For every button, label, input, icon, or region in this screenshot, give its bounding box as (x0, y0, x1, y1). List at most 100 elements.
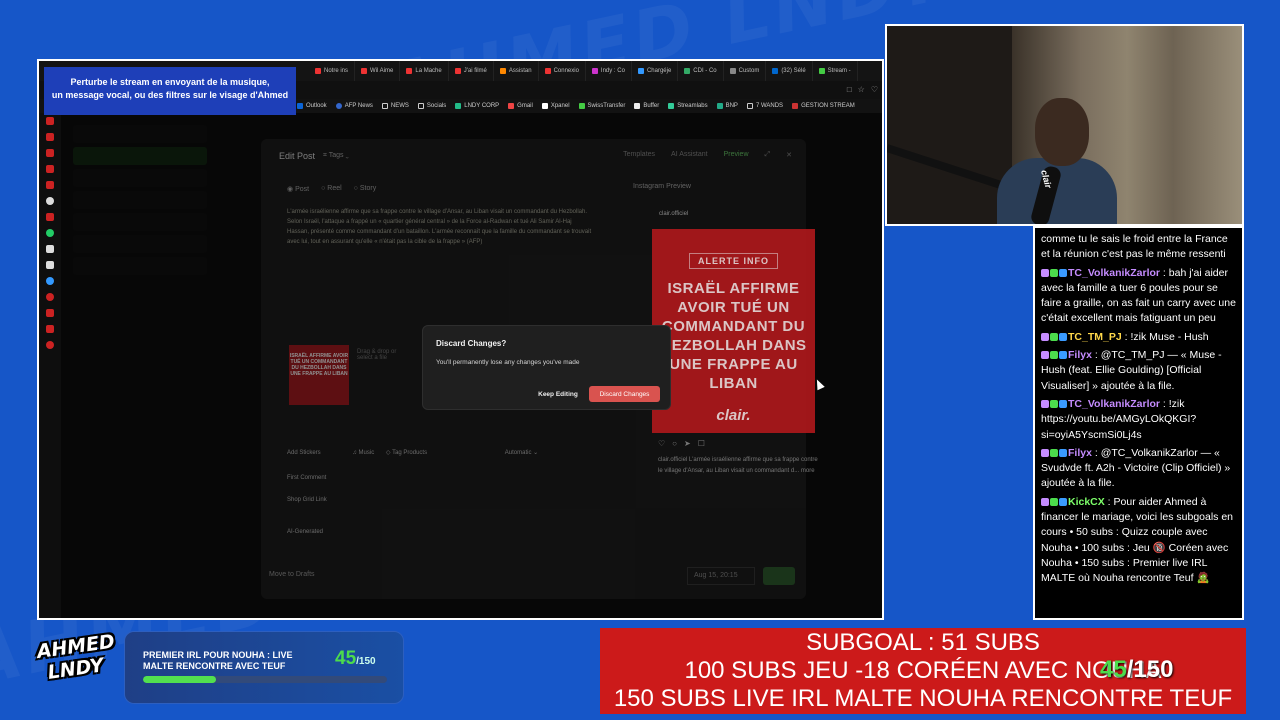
sidebar-app-icon[interactable] (46, 165, 54, 173)
save-post-button[interactable] (763, 567, 795, 585)
sidebar-app-icon[interactable] (46, 181, 54, 189)
sidebar-app-icon[interactable] (46, 133, 54, 141)
brand-logo: clair. (716, 407, 751, 424)
tag-products-button[interactable]: ◇ Tag Products (386, 450, 427, 456)
browser-tab[interactable]: Connexio (539, 61, 586, 81)
bookmark-item[interactable]: Socials (417, 103, 446, 109)
settings-icon[interactable] (46, 341, 54, 349)
bookmark-item[interactable]: Gmail (508, 103, 533, 109)
post-type-post[interactable]: ◉ Post (287, 185, 309, 193)
youtube-icon (406, 68, 413, 74)
add-stickers-row: Add Stickers ♫ Music ◇ Tag Products Auto… (287, 450, 539, 456)
bookmark-item[interactable]: LNDY CORP (455, 103, 499, 109)
automatic-dropdown[interactable]: Automatic ⌄ (505, 450, 538, 456)
openai-icon[interactable] (46, 197, 54, 205)
browser-tab[interactable]: La Mache (400, 61, 449, 81)
expand-icon[interactable]: ⤢ (765, 151, 771, 159)
instagram-preview-image: ALERTE INFO ISRAËL AFFIRME AVOIR TUÉ UN … (652, 229, 815, 433)
ai-assistant-button[interactable]: AI Assistant (671, 151, 708, 159)
swisstransfer-icon (578, 103, 585, 109)
history-icon[interactable] (46, 293, 54, 301)
bookmark-item[interactable]: 7 WANDS (746, 103, 783, 109)
media-drop-zone[interactable]: Drag & drop or select a file (357, 349, 397, 361)
first-comment-label: First Comment (287, 475, 327, 481)
bookmark-item[interactable]: Streamlabs (668, 103, 708, 109)
media-thumbnail[interactable]: ISRAËL AFFIRME AVOIR TUÉ UN COMMANDANT D… (289, 345, 349, 405)
chat-username[interactable]: TC_VolkanikZarlor (1068, 398, 1160, 410)
bookmark-item[interactable]: Xpanel (541, 103, 570, 109)
bookmark-item[interactable]: Buffer (634, 103, 659, 109)
globe-icon (335, 103, 342, 109)
instagram-action-icons: ♡○➤☐ (658, 439, 712, 448)
bookmark-item[interactable]: AFP News (335, 103, 373, 109)
discard-changes-button[interactable]: Discard Changes (589, 386, 660, 402)
music-button[interactable]: ♫ Music (352, 450, 374, 456)
chat-badge-icon (1041, 399, 1049, 408)
browser-tab[interactable]: (32) Sélé (766, 61, 813, 81)
bookmark-item[interactable]: SwissTransfer (578, 103, 625, 109)
browser-tab[interactable]: CDI - Co (678, 61, 724, 81)
discord-icon[interactable] (46, 245, 54, 253)
subgoal-line: 150 SUBS LIVE IRL MALTE NOUHA RENCONTRE … (613, 685, 1233, 712)
whatsapp-icon[interactable] (46, 229, 54, 237)
chat-badge-icon (1059, 351, 1067, 360)
folder-icon (746, 103, 753, 109)
chat-badge-icon (1050, 497, 1058, 506)
post-text-editor[interactable]: L'armée israélienne affirme que sa frapp… (287, 207, 592, 247)
folder-icon (381, 103, 388, 109)
bookmark-icon[interactable]: ☆ (858, 85, 865, 94)
chat-badge-icon (1050, 332, 1058, 341)
bnp-icon (716, 103, 723, 109)
linkedin-icon (772, 68, 779, 74)
sidebar-app-icon[interactable] (46, 213, 54, 221)
x-icon[interactable] (46, 261, 54, 269)
post-type-story[interactable]: ○ Story (354, 185, 377, 193)
chat-text: comme tu le sais le froid entre la Franc… (1041, 233, 1228, 261)
instagram-account-name: clair.officiel (659, 211, 689, 217)
folder-icon (417, 103, 424, 109)
chat-badge-icon (1041, 268, 1049, 277)
app-icon (792, 103, 799, 109)
keep-editing-button[interactable]: Keep Editing (527, 386, 589, 402)
chat-username[interactable]: Filyx (1068, 447, 1092, 459)
drive-icon (455, 103, 462, 109)
move-to-drafts-button[interactable]: Move to Drafts (269, 571, 315, 578)
browser-tab[interactable]: Chargéje (632, 61, 679, 81)
bookmark-item[interactable]: Outlook (297, 103, 327, 109)
browser-tab[interactable]: Stream - (813, 61, 858, 81)
browser-tab[interactable]: Notre ins (309, 61, 356, 81)
streamlabs-icon (668, 103, 675, 109)
app-icon (637, 68, 644, 74)
post-type-reel[interactable]: ○ Reel (321, 185, 342, 193)
heart-icon[interactable]: ♡ (871, 85, 878, 94)
chat-message: comme tu le sais le froid entre la Franc… (1041, 232, 1236, 263)
browser-tab[interactable]: Indy : Co (586, 61, 632, 81)
download-icon[interactable] (46, 309, 54, 317)
preview-button[interactable]: Preview (724, 151, 749, 159)
browser-tab[interactable]: J'ai filmé (449, 61, 494, 81)
chat-username[interactable]: TC_VolkanikZarlor (1068, 267, 1160, 279)
bookmark-item[interactable]: GESTION STREAM (792, 103, 855, 109)
bookmark-item[interactable]: BNP (716, 103, 738, 109)
tags-dropdown[interactable]: ⌗ Tags ⌄ (323, 152, 349, 160)
webcam-feed: clair (885, 24, 1244, 226)
notes-icon[interactable] (46, 325, 54, 333)
browser-tab[interactable]: Custom (724, 61, 767, 81)
chevron-down-icon: ⌄ (345, 152, 349, 159)
sidebar-app-icon[interactable] (46, 117, 54, 125)
telegram-icon[interactable] (46, 277, 54, 285)
chat-username[interactable]: KickCX (1068, 496, 1105, 508)
chat-username[interactable]: Filyx (1068, 349, 1092, 361)
browser-tab[interactable]: Wil Aime (355, 61, 401, 81)
close-icon[interactable]: ✕ (786, 151, 792, 159)
streamlabs-icon (818, 68, 825, 74)
templates-button[interactable]: Templates (623, 151, 655, 159)
sidebar-app-icon[interactable] (46, 149, 54, 157)
extension-icon[interactable]: □ (847, 85, 852, 94)
chat-username[interactable]: TC_TM_PJ (1068, 331, 1122, 343)
chat-text: Pour aider Ahmed à financer le mariage, … (1041, 495, 1234, 585)
browser-tab[interactable]: Assistan (494, 61, 539, 81)
youtube-icon (315, 68, 321, 74)
bookmark-item[interactable]: NEWS (381, 103, 409, 109)
schedule-date-picker[interactable]: Aug 15, 20:15 (687, 567, 755, 585)
